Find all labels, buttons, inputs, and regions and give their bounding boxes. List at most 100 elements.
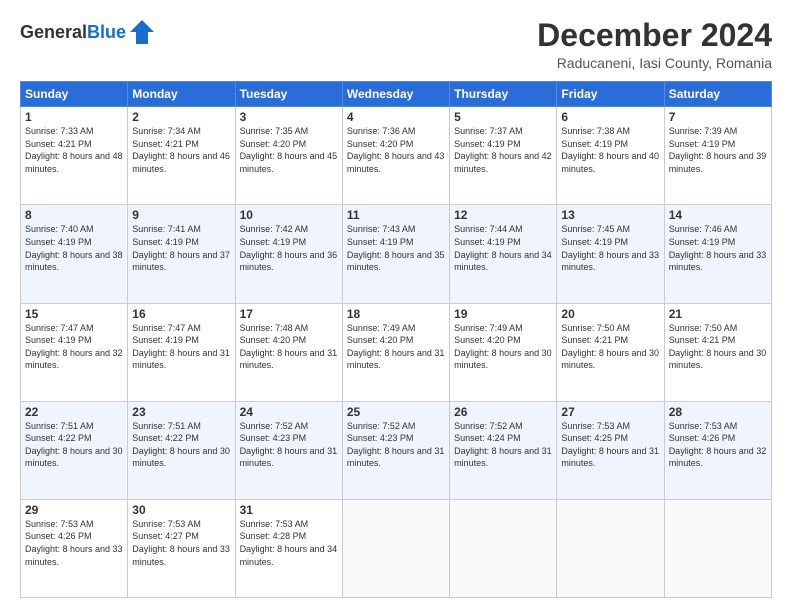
logo: GeneralBlue xyxy=(20,18,156,46)
calendar-cell xyxy=(557,499,664,597)
col-thursday: Thursday xyxy=(450,82,557,107)
day-info: Sunrise: 7:51 AMSunset: 4:22 PMDaylight:… xyxy=(25,421,123,469)
calendar-cell: 29 Sunrise: 7:53 AMSunset: 4:26 PMDaylig… xyxy=(21,499,128,597)
header: GeneralBlue December 2024 Raducaneni, Ia… xyxy=(20,18,772,71)
day-info: Sunrise: 7:53 AMSunset: 4:27 PMDaylight:… xyxy=(132,519,230,567)
day-info: Sunrise: 7:49 AMSunset: 4:20 PMDaylight:… xyxy=(454,323,552,371)
day-info: Sunrise: 7:50 AMSunset: 4:21 PMDaylight:… xyxy=(561,323,659,371)
col-friday: Friday xyxy=(557,82,664,107)
day-number: 1 xyxy=(25,110,123,124)
day-info: Sunrise: 7:38 AMSunset: 4:19 PMDaylight:… xyxy=(561,126,659,174)
calendar-cell: 14 Sunrise: 7:46 AMSunset: 4:19 PMDaylig… xyxy=(664,205,771,303)
calendar-week-row: 29 Sunrise: 7:53 AMSunset: 4:26 PMDaylig… xyxy=(21,499,772,597)
calendar-cell: 7 Sunrise: 7:39 AMSunset: 4:19 PMDayligh… xyxy=(664,107,771,205)
day-number: 14 xyxy=(669,208,767,222)
day-info: Sunrise: 7:49 AMSunset: 4:20 PMDaylight:… xyxy=(347,323,445,371)
day-info: Sunrise: 7:35 AMSunset: 4:20 PMDaylight:… xyxy=(240,126,338,174)
col-tuesday: Tuesday xyxy=(235,82,342,107)
day-number: 13 xyxy=(561,208,659,222)
day-info: Sunrise: 7:47 AMSunset: 4:19 PMDaylight:… xyxy=(25,323,123,371)
day-info: Sunrise: 7:42 AMSunset: 4:19 PMDaylight:… xyxy=(240,224,338,272)
day-number: 7 xyxy=(669,110,767,124)
day-info: Sunrise: 7:43 AMSunset: 4:19 PMDaylight:… xyxy=(347,224,445,272)
calendar-cell: 27 Sunrise: 7:53 AMSunset: 4:25 PMDaylig… xyxy=(557,401,664,499)
calendar-cell: 30 Sunrise: 7:53 AMSunset: 4:27 PMDaylig… xyxy=(128,499,235,597)
day-info: Sunrise: 7:52 AMSunset: 4:23 PMDaylight:… xyxy=(240,421,338,469)
day-number: 28 xyxy=(669,405,767,419)
calendar-cell: 11 Sunrise: 7:43 AMSunset: 4:19 PMDaylig… xyxy=(342,205,449,303)
day-number: 21 xyxy=(669,307,767,321)
calendar-week-row: 1 Sunrise: 7:33 AMSunset: 4:21 PMDayligh… xyxy=(21,107,772,205)
day-number: 31 xyxy=(240,503,338,517)
calendar-week-row: 15 Sunrise: 7:47 AMSunset: 4:19 PMDaylig… xyxy=(21,303,772,401)
col-monday: Monday xyxy=(128,82,235,107)
logo-icon xyxy=(128,18,156,46)
day-info: Sunrise: 7:34 AMSunset: 4:21 PMDaylight:… xyxy=(132,126,230,174)
day-number: 25 xyxy=(347,405,445,419)
calendar-week-row: 22 Sunrise: 7:51 AMSunset: 4:22 PMDaylig… xyxy=(21,401,772,499)
calendar-cell: 19 Sunrise: 7:49 AMSunset: 4:20 PMDaylig… xyxy=(450,303,557,401)
calendar-cell: 5 Sunrise: 7:37 AMSunset: 4:19 PMDayligh… xyxy=(450,107,557,205)
day-number: 3 xyxy=(240,110,338,124)
day-number: 4 xyxy=(347,110,445,124)
day-info: Sunrise: 7:53 AMSunset: 4:26 PMDaylight:… xyxy=(25,519,123,567)
day-number: 19 xyxy=(454,307,552,321)
calendar-cell: 15 Sunrise: 7:47 AMSunset: 4:19 PMDaylig… xyxy=(21,303,128,401)
col-wednesday: Wednesday xyxy=(342,82,449,107)
calendar-cell: 26 Sunrise: 7:52 AMSunset: 4:24 PMDaylig… xyxy=(450,401,557,499)
calendar-cell: 9 Sunrise: 7:41 AMSunset: 4:19 PMDayligh… xyxy=(128,205,235,303)
calendar-cell xyxy=(342,499,449,597)
logo-general: GeneralBlue xyxy=(20,22,126,43)
day-info: Sunrise: 7:46 AMSunset: 4:19 PMDaylight:… xyxy=(669,224,767,272)
calendar-cell: 31 Sunrise: 7:53 AMSunset: 4:28 PMDaylig… xyxy=(235,499,342,597)
col-saturday: Saturday xyxy=(664,82,771,107)
header-right: December 2024 Raducaneni, Iasi County, R… xyxy=(537,18,772,71)
day-number: 11 xyxy=(347,208,445,222)
day-number: 5 xyxy=(454,110,552,124)
calendar-table: Sunday Monday Tuesday Wednesday Thursday… xyxy=(20,81,772,598)
calendar-cell: 25 Sunrise: 7:52 AMSunset: 4:23 PMDaylig… xyxy=(342,401,449,499)
day-info: Sunrise: 7:41 AMSunset: 4:19 PMDaylight:… xyxy=(132,224,230,272)
calendar-cell: 12 Sunrise: 7:44 AMSunset: 4:19 PMDaylig… xyxy=(450,205,557,303)
calendar-cell: 28 Sunrise: 7:53 AMSunset: 4:26 PMDaylig… xyxy=(664,401,771,499)
day-info: Sunrise: 7:53 AMSunset: 4:26 PMDaylight:… xyxy=(669,421,767,469)
day-number: 20 xyxy=(561,307,659,321)
calendar-week-row: 8 Sunrise: 7:40 AMSunset: 4:19 PMDayligh… xyxy=(21,205,772,303)
calendar-cell: 22 Sunrise: 7:51 AMSunset: 4:22 PMDaylig… xyxy=(21,401,128,499)
day-info: Sunrise: 7:53 AMSunset: 4:28 PMDaylight:… xyxy=(240,519,338,567)
day-info: Sunrise: 7:47 AMSunset: 4:19 PMDaylight:… xyxy=(132,323,230,371)
day-number: 6 xyxy=(561,110,659,124)
calendar-cell: 18 Sunrise: 7:49 AMSunset: 4:20 PMDaylig… xyxy=(342,303,449,401)
day-info: Sunrise: 7:45 AMSunset: 4:19 PMDaylight:… xyxy=(561,224,659,272)
calendar-cell: 3 Sunrise: 7:35 AMSunset: 4:20 PMDayligh… xyxy=(235,107,342,205)
day-number: 9 xyxy=(132,208,230,222)
day-info: Sunrise: 7:52 AMSunset: 4:23 PMDaylight:… xyxy=(347,421,445,469)
calendar-cell: 4 Sunrise: 7:36 AMSunset: 4:20 PMDayligh… xyxy=(342,107,449,205)
calendar-cell: 2 Sunrise: 7:34 AMSunset: 4:21 PMDayligh… xyxy=(128,107,235,205)
day-number: 17 xyxy=(240,307,338,321)
day-number: 15 xyxy=(25,307,123,321)
day-number: 27 xyxy=(561,405,659,419)
day-info: Sunrise: 7:33 AMSunset: 4:21 PMDaylight:… xyxy=(25,126,123,174)
calendar-cell: 13 Sunrise: 7:45 AMSunset: 4:19 PMDaylig… xyxy=(557,205,664,303)
calendar-cell: 23 Sunrise: 7:51 AMSunset: 4:22 PMDaylig… xyxy=(128,401,235,499)
day-info: Sunrise: 7:40 AMSunset: 4:19 PMDaylight:… xyxy=(25,224,123,272)
calendar-cell: 21 Sunrise: 7:50 AMSunset: 4:21 PMDaylig… xyxy=(664,303,771,401)
day-info: Sunrise: 7:53 AMSunset: 4:25 PMDaylight:… xyxy=(561,421,659,469)
day-info: Sunrise: 7:51 AMSunset: 4:22 PMDaylight:… xyxy=(132,421,230,469)
month-title: December 2024 xyxy=(537,18,772,53)
calendar-cell: 16 Sunrise: 7:47 AMSunset: 4:19 PMDaylig… xyxy=(128,303,235,401)
calendar-cell: 20 Sunrise: 7:50 AMSunset: 4:21 PMDaylig… xyxy=(557,303,664,401)
day-number: 26 xyxy=(454,405,552,419)
day-number: 16 xyxy=(132,307,230,321)
calendar-cell: 8 Sunrise: 7:40 AMSunset: 4:19 PMDayligh… xyxy=(21,205,128,303)
page: GeneralBlue December 2024 Raducaneni, Ia… xyxy=(0,0,792,612)
calendar-cell xyxy=(664,499,771,597)
day-info: Sunrise: 7:44 AMSunset: 4:19 PMDaylight:… xyxy=(454,224,552,272)
location: Raducaneni, Iasi County, Romania xyxy=(537,55,772,71)
day-number: 10 xyxy=(240,208,338,222)
day-info: Sunrise: 7:37 AMSunset: 4:19 PMDaylight:… xyxy=(454,126,552,174)
calendar-cell: 6 Sunrise: 7:38 AMSunset: 4:19 PMDayligh… xyxy=(557,107,664,205)
day-number: 24 xyxy=(240,405,338,419)
day-info: Sunrise: 7:39 AMSunset: 4:19 PMDaylight:… xyxy=(669,126,767,174)
